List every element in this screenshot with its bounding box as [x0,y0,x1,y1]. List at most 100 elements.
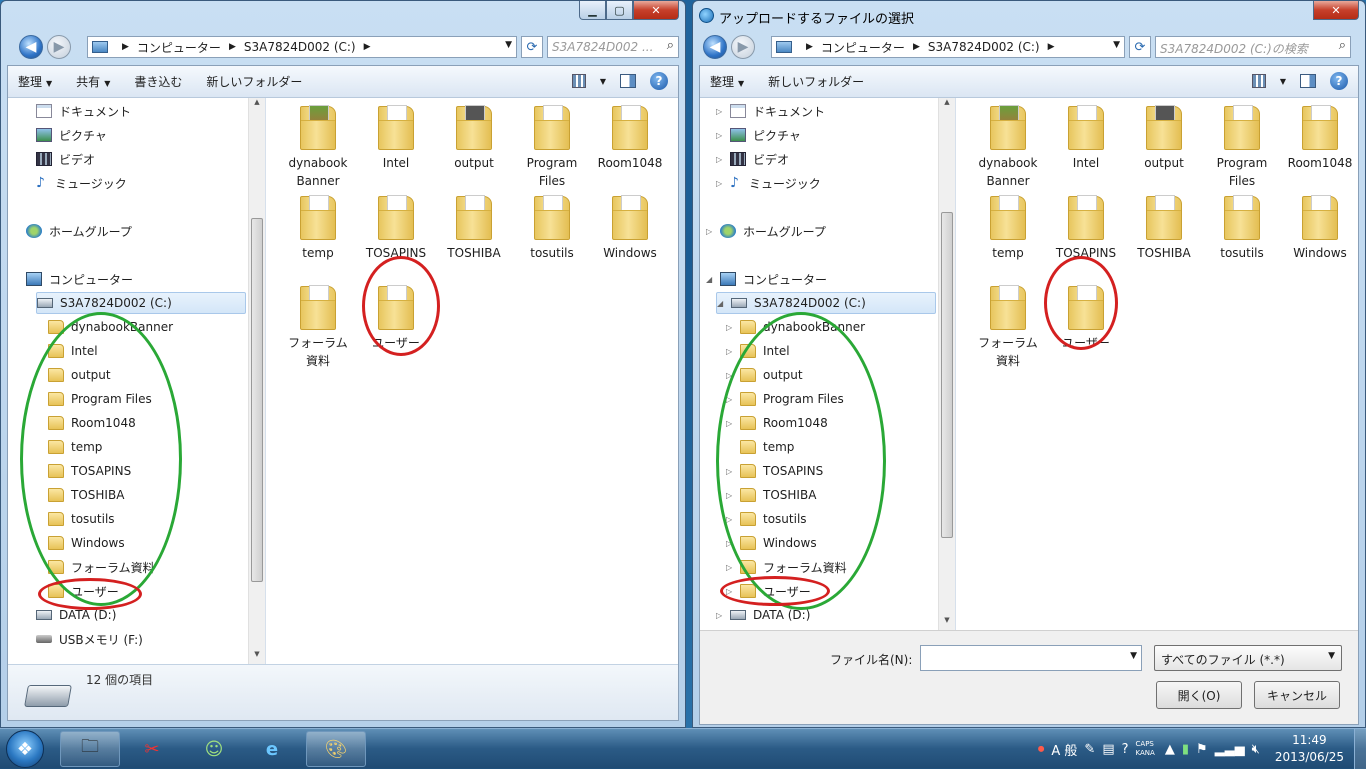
nav-item[interactable]: dynabookBanner [48,316,173,338]
back-button[interactable]: ◀ [19,35,43,59]
nav-item[interactable]: Room1048 [48,412,136,434]
folder-tile[interactable]: Program Files [515,105,589,190]
dialog-title-bar[interactable]: アップロードするファイルの選択 ✕ [693,1,1365,31]
ime-toolbox-icon[interactable]: ✎ [1084,742,1095,757]
folder-tile[interactable]: TOSAPINS [1049,195,1123,262]
nav-item[interactable]: ▷ フォーラム資料 [726,556,847,578]
nav-item[interactable]: ▷ tosutils [726,508,807,530]
nav-item[interactable]: TOSAPINS [48,460,131,482]
preview-pane-icon[interactable] [1300,74,1316,88]
nav-item[interactable]: ピクチャ [36,124,107,146]
burn-button[interactable]: 書き込む [134,73,182,90]
taskbar-app-button[interactable]: ✂ [122,731,182,767]
folder-tile[interactable]: Program Files [1205,105,1279,190]
expand-arrow-icon[interactable]: ▷ [726,563,736,572]
nav-item[interactable]: ホームグループ [26,220,132,242]
breadcrumb-computer[interactable]: コンピューター [137,39,221,56]
scroll-thumb[interactable] [251,218,263,582]
folder-tile[interactable]: Windows [1283,195,1357,262]
expand-arrow-icon[interactable]: ▷ [726,395,736,404]
volume-muted-icon[interactable]: 🔇︎ [1252,742,1260,757]
expand-arrow-icon[interactable]: ▷ [726,323,736,332]
view-dropdown-icon[interactable]: ▼ [1280,77,1286,86]
view-dropdown-icon[interactable]: ▼ [600,77,606,86]
nav-item[interactable]: ユーザー [48,580,119,602]
address-dropdown-icon[interactable]: ▼ [1113,40,1120,50]
nav-item[interactable]: ▷ Intel [726,340,790,362]
nav-item[interactable]: ♪ ミュージック [36,172,127,194]
forward-button[interactable]: ▶ [731,35,755,59]
show-desktop-button[interactable] [1354,729,1366,769]
taskbar-people-button[interactable]: ☺ [184,731,244,767]
expanded-arrow-icon[interactable]: ◢ [717,299,727,308]
address-dropdown-icon[interactable]: ▼ [505,40,512,50]
new-folder-button[interactable]: 新しいフォルダー [768,73,864,90]
folder-tile[interactable]: BA TOSHIBA [1127,195,1201,262]
folder-tile[interactable]: フォーラム 資料 [281,285,355,370]
taskbar-ie-button[interactable]: e [242,731,302,767]
nav-item[interactable]: ▷ ユーザー [726,580,811,602]
nav-item[interactable]: ビデオ [36,148,95,170]
filename-dropdown-icon[interactable]: ▼ [1130,651,1137,661]
back-button[interactable]: ◀ [703,35,727,59]
nav-scrollbar[interactable]: ▲ ▼ [248,98,265,664]
folder-tile[interactable]: dynabook Banner [971,105,1045,190]
nav-item[interactable]: tosutils [48,508,115,530]
nav-item[interactable]: USBメモリ (F:) [36,628,143,650]
breadcrumb-drive-c[interactable]: S3A7824D002 (C:) [928,40,1040,54]
filename-input[interactable]: ▼ [920,645,1142,671]
maximize-button[interactable]: ▢ [606,1,633,20]
nav-item[interactable]: ▷ ビデオ [716,148,789,170]
address-bar[interactable]: ▶ コンピューター ▶ S3A7824D002 (C:) ▶ ▼ [87,36,517,58]
nav-item[interactable]: S3A7824D002 (C:) [36,292,246,314]
scroll-up-icon[interactable]: ▲ [939,98,955,112]
new-folder-button[interactable]: 新しいフォルダー [206,73,302,90]
folder-tile[interactable]: TOSAPINS [359,195,433,262]
nav-item[interactable]: ▷ ホームグループ [706,220,826,242]
nav-item[interactable]: temp [726,436,794,458]
expand-arrow-icon[interactable]: ▷ [726,467,736,476]
share-button[interactable]: 共有 ▼ [76,73,110,90]
filetype-select[interactable]: すべてのファイル (*.*) ▼ [1154,645,1342,671]
show-hidden-icons-icon[interactable]: ▲ [1165,742,1175,757]
organize-button[interactable]: 整理 ▼ [710,73,744,90]
folder-tile[interactable]: output [437,105,511,172]
nav-item[interactable]: Windows [48,532,125,554]
expand-arrow-icon[interactable]: ▷ [726,587,736,596]
folder-tile[interactable]: dynabook Banner [281,105,355,190]
organize-button[interactable]: 整理 ▼ [18,73,52,90]
folder-tile[interactable]: Room1048 [1283,105,1357,172]
folder-tile[interactable]: tosutils [515,195,589,262]
ime-mode[interactable]: A 般 [1051,740,1077,759]
title-bar[interactable]: ▁ ▢ ✕ [1,1,685,31]
nav-item[interactable]: コンピューター [26,268,133,290]
nav-item[interactable]: Intel [48,340,98,362]
scroll-up-icon[interactable]: ▲ [249,98,265,112]
folder-tile[interactable]: output [1127,105,1201,172]
ime-dictionary-icon[interactable]: ▤ [1102,742,1114,757]
expand-arrow-icon[interactable]: ▷ [726,347,736,356]
nav-item[interactable]: ▷ Windows [726,532,817,554]
nav-item[interactable]: ▷ TOSHIBA [726,484,816,506]
taskbar-explorer-button[interactable]: 🗀 [60,731,120,767]
nav-scrollbar[interactable]: ▲ ▼ [938,98,955,630]
expand-arrow-icon[interactable]: ▷ [716,107,726,116]
expand-arrow-icon[interactable]: ▷ [706,227,716,236]
expand-arrow-icon[interactable]: ▷ [726,419,736,428]
search-input[interactable]: S3A7824D002 ... ⌕ [547,36,679,58]
close-button[interactable]: ✕ [1313,1,1359,20]
nav-item[interactable]: ▷ DATA (D:) [716,604,810,626]
folder-tile[interactable]: BA TOSHIBA [437,195,511,262]
change-view-icon[interactable] [1251,74,1266,88]
nav-item[interactable]: TOSHIBA [48,484,124,506]
expand-arrow-icon[interactable]: ▷ [716,179,726,188]
nav-item[interactable]: ドキュメント [36,100,131,122]
nav-item[interactable]: ▷ output [726,364,803,386]
ime-help-icon[interactable]: ? [1122,742,1129,757]
forward-button[interactable]: ▶ [47,35,71,59]
expand-arrow-icon[interactable]: ▷ [716,155,726,164]
stop-icon[interactable]: ⏺ [1038,742,1045,757]
flag-icon[interactable]: ⚑ [1196,742,1208,757]
search-icon[interactable]: ⌕ [667,38,674,53]
nav-item[interactable]: ▷ ピクチャ [716,124,801,146]
